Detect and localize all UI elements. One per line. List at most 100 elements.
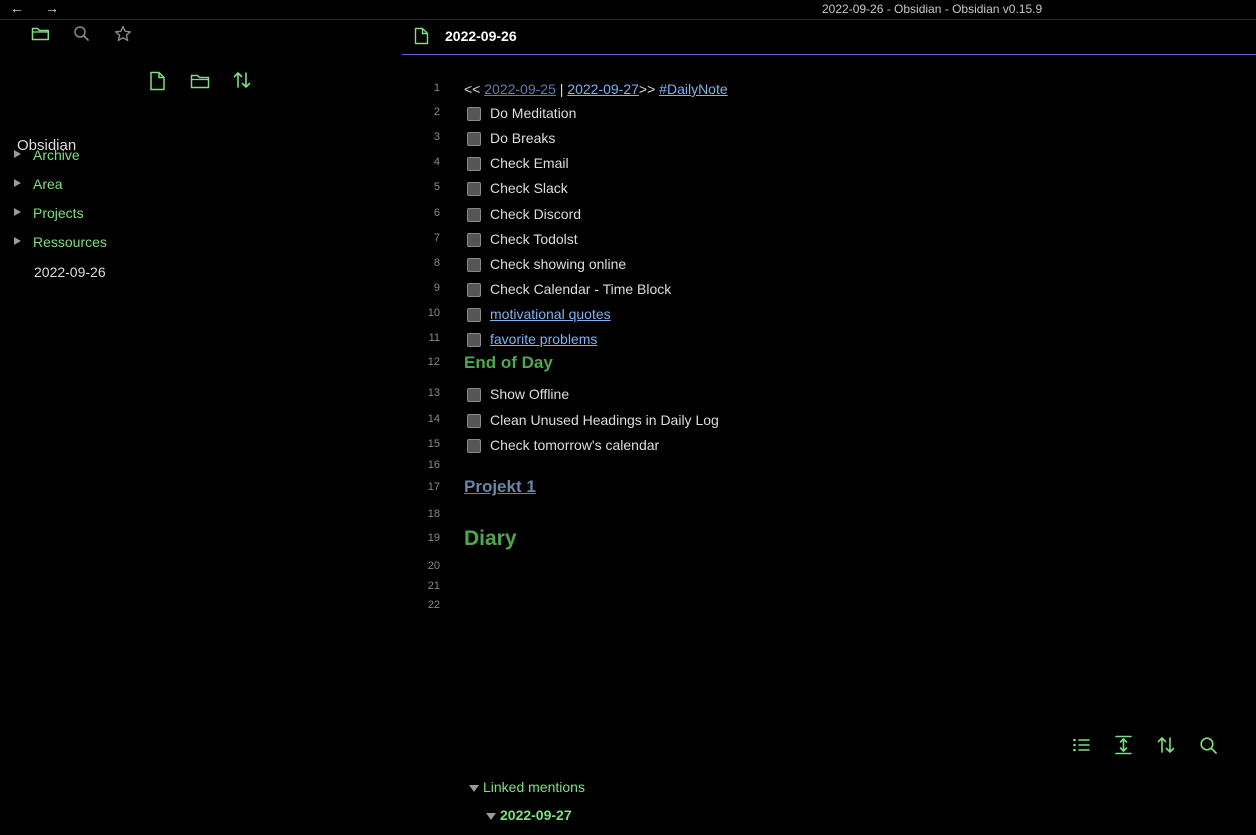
tree-folder-projects[interactable]: Projects [10, 201, 390, 225]
new-note-icon[interactable] [149, 71, 166, 91]
task-checkbox[interactable] [467, 107, 481, 121]
chevron-right-icon[interactable] [14, 179, 21, 187]
tree-folder-label: Projects [33, 205, 84, 221]
editor-pane: 2022-09-26 1 2 3 4 5 6 7 8 9 10 11 12 13… [402, 20, 1256, 835]
task-checkbox[interactable] [467, 414, 481, 428]
tree-folder-label: Archive [33, 147, 80, 163]
title-bar: ← → 2022-09-26 - Obsidian - Obsidian v0.… [0, 0, 1256, 20]
task-item: Clean Unused Headings in Daily Log [464, 412, 719, 428]
tree-folder-label: Area [33, 176, 63, 192]
task-text: Check Slack [490, 180, 568, 196]
folder-icon[interactable] [31, 25, 50, 42]
task-text: Check showing online [490, 256, 627, 272]
task-item: Check tomorrow's calendar [464, 437, 659, 453]
task-item: Check Calendar - Time Block [464, 281, 671, 297]
line-number: 22 [427, 599, 440, 611]
chevron-right-icon[interactable] [14, 150, 21, 158]
heading-end-of-day: End of Day [464, 353, 553, 372]
task-checkbox[interactable] [467, 283, 481, 297]
task-item: Check Email [464, 155, 569, 171]
sort-icon[interactable] [232, 70, 252, 90]
next-day-link[interactable]: 2022-09-27 [567, 81, 639, 97]
task-checkbox[interactable] [467, 308, 481, 322]
task-item: Show Offline [464, 386, 569, 402]
line-number: 18 [427, 508, 440, 520]
nav-suffix: >> [638, 81, 656, 97]
task-text: Check tomorrow's calendar [490, 437, 660, 453]
prev-day-link[interactable]: 2022-09-25 [484, 81, 556, 97]
line-number: 13 [427, 387, 440, 399]
tree-folder-area[interactable]: Area [10, 172, 390, 196]
line-number: 10 [427, 307, 440, 319]
task-item: Do Breaks [464, 130, 555, 146]
note-title: 2022-09-26 [445, 28, 517, 44]
line-number: 15 [427, 438, 440, 450]
task-checkbox[interactable] [467, 132, 481, 146]
list-icon[interactable] [1072, 736, 1091, 754]
task-item: favorite problems [464, 331, 597, 347]
tree-folder-ressources[interactable]: Ressources [10, 230, 390, 254]
task-checkbox[interactable] [467, 388, 481, 402]
task-item: Check Discord [464, 206, 581, 222]
task-text: Do Breaks [490, 130, 556, 146]
search-icon[interactable] [1199, 736, 1218, 755]
task-item: Do Meditation [464, 105, 576, 121]
line-number: 20 [427, 560, 440, 572]
task-item: Check showing online [464, 256, 626, 272]
heading-diary: Diary [464, 527, 517, 550]
expand-icon[interactable] [1114, 735, 1133, 755]
line-number: 19 [427, 532, 440, 544]
task-text: Show Offline [490, 386, 570, 402]
task-checkbox[interactable] [467, 333, 481, 347]
tree-file-2022-09-26[interactable]: 2022-09-26 [34, 264, 106, 280]
heading-project: Projekt 1 [464, 477, 536, 497]
task-text: Check Todolst [490, 231, 578, 247]
task-text: Do Meditation [490, 105, 577, 121]
line-number: 5 [433, 181, 440, 193]
line-number: 16 [427, 459, 440, 471]
task-link[interactable]: favorite problems [490, 331, 597, 347]
chevron-right-icon[interactable] [14, 237, 21, 245]
line-number: 4 [433, 156, 440, 168]
search-icon[interactable] [73, 25, 90, 42]
star-icon[interactable] [114, 25, 132, 43]
project-link[interactable]: Projekt 1 [464, 477, 536, 496]
task-item: motivational quotes [464, 306, 611, 322]
file-icon [414, 27, 429, 45]
left-sidebar: Obsidian Archive Area Projects Ressource… [0, 20, 401, 835]
sort-icon[interactable] [1156, 735, 1176, 755]
task-text: Check Discord [490, 206, 582, 222]
line-number: 14 [427, 413, 440, 425]
task-checkbox[interactable] [467, 157, 481, 171]
nav-separator: | [559, 81, 564, 97]
task-checkbox[interactable] [467, 208, 481, 222]
chevron-down-icon[interactable] [486, 813, 496, 820]
nav-prefix: << [464, 81, 481, 97]
task-checkbox[interactable] [467, 258, 481, 272]
task-checkbox[interactable] [467, 182, 481, 196]
line-number: 1 [433, 82, 440, 94]
chevron-down-icon[interactable] [469, 785, 479, 792]
line-number: 7 [433, 232, 440, 244]
chevron-right-icon[interactable] [14, 208, 21, 216]
task-checkbox[interactable] [467, 439, 481, 453]
note-header: 2022-09-26 [402, 20, 1256, 55]
task-text: Check Calendar - Time Block [490, 281, 672, 297]
mention-file-title[interactable]: 2022-09-27 [500, 807, 572, 823]
line-number: 21 [427, 580, 440, 592]
line-number: 12 [427, 356, 440, 368]
linked-mentions-header[interactable]: Linked mentions [483, 779, 585, 795]
daily-note-tag[interactable]: #DailyNote [659, 81, 727, 97]
tree-folder-archive[interactable]: Archive [10, 143, 390, 167]
line-number: 11 [428, 332, 440, 344]
line-number: 6 [433, 207, 440, 219]
line-number: 3 [433, 131, 440, 143]
line-number: 9 [433, 282, 440, 294]
back-arrow-icon[interactable]: ← [7, 0, 27, 18]
tree-folder-label: Ressources [33, 234, 107, 250]
task-text: Check Email [490, 155, 569, 171]
task-checkbox[interactable] [467, 233, 481, 247]
new-folder-icon[interactable] [190, 72, 210, 90]
task-link[interactable]: motivational quotes [490, 306, 611, 322]
forward-arrow-icon[interactable]: → [42, 0, 62, 18]
